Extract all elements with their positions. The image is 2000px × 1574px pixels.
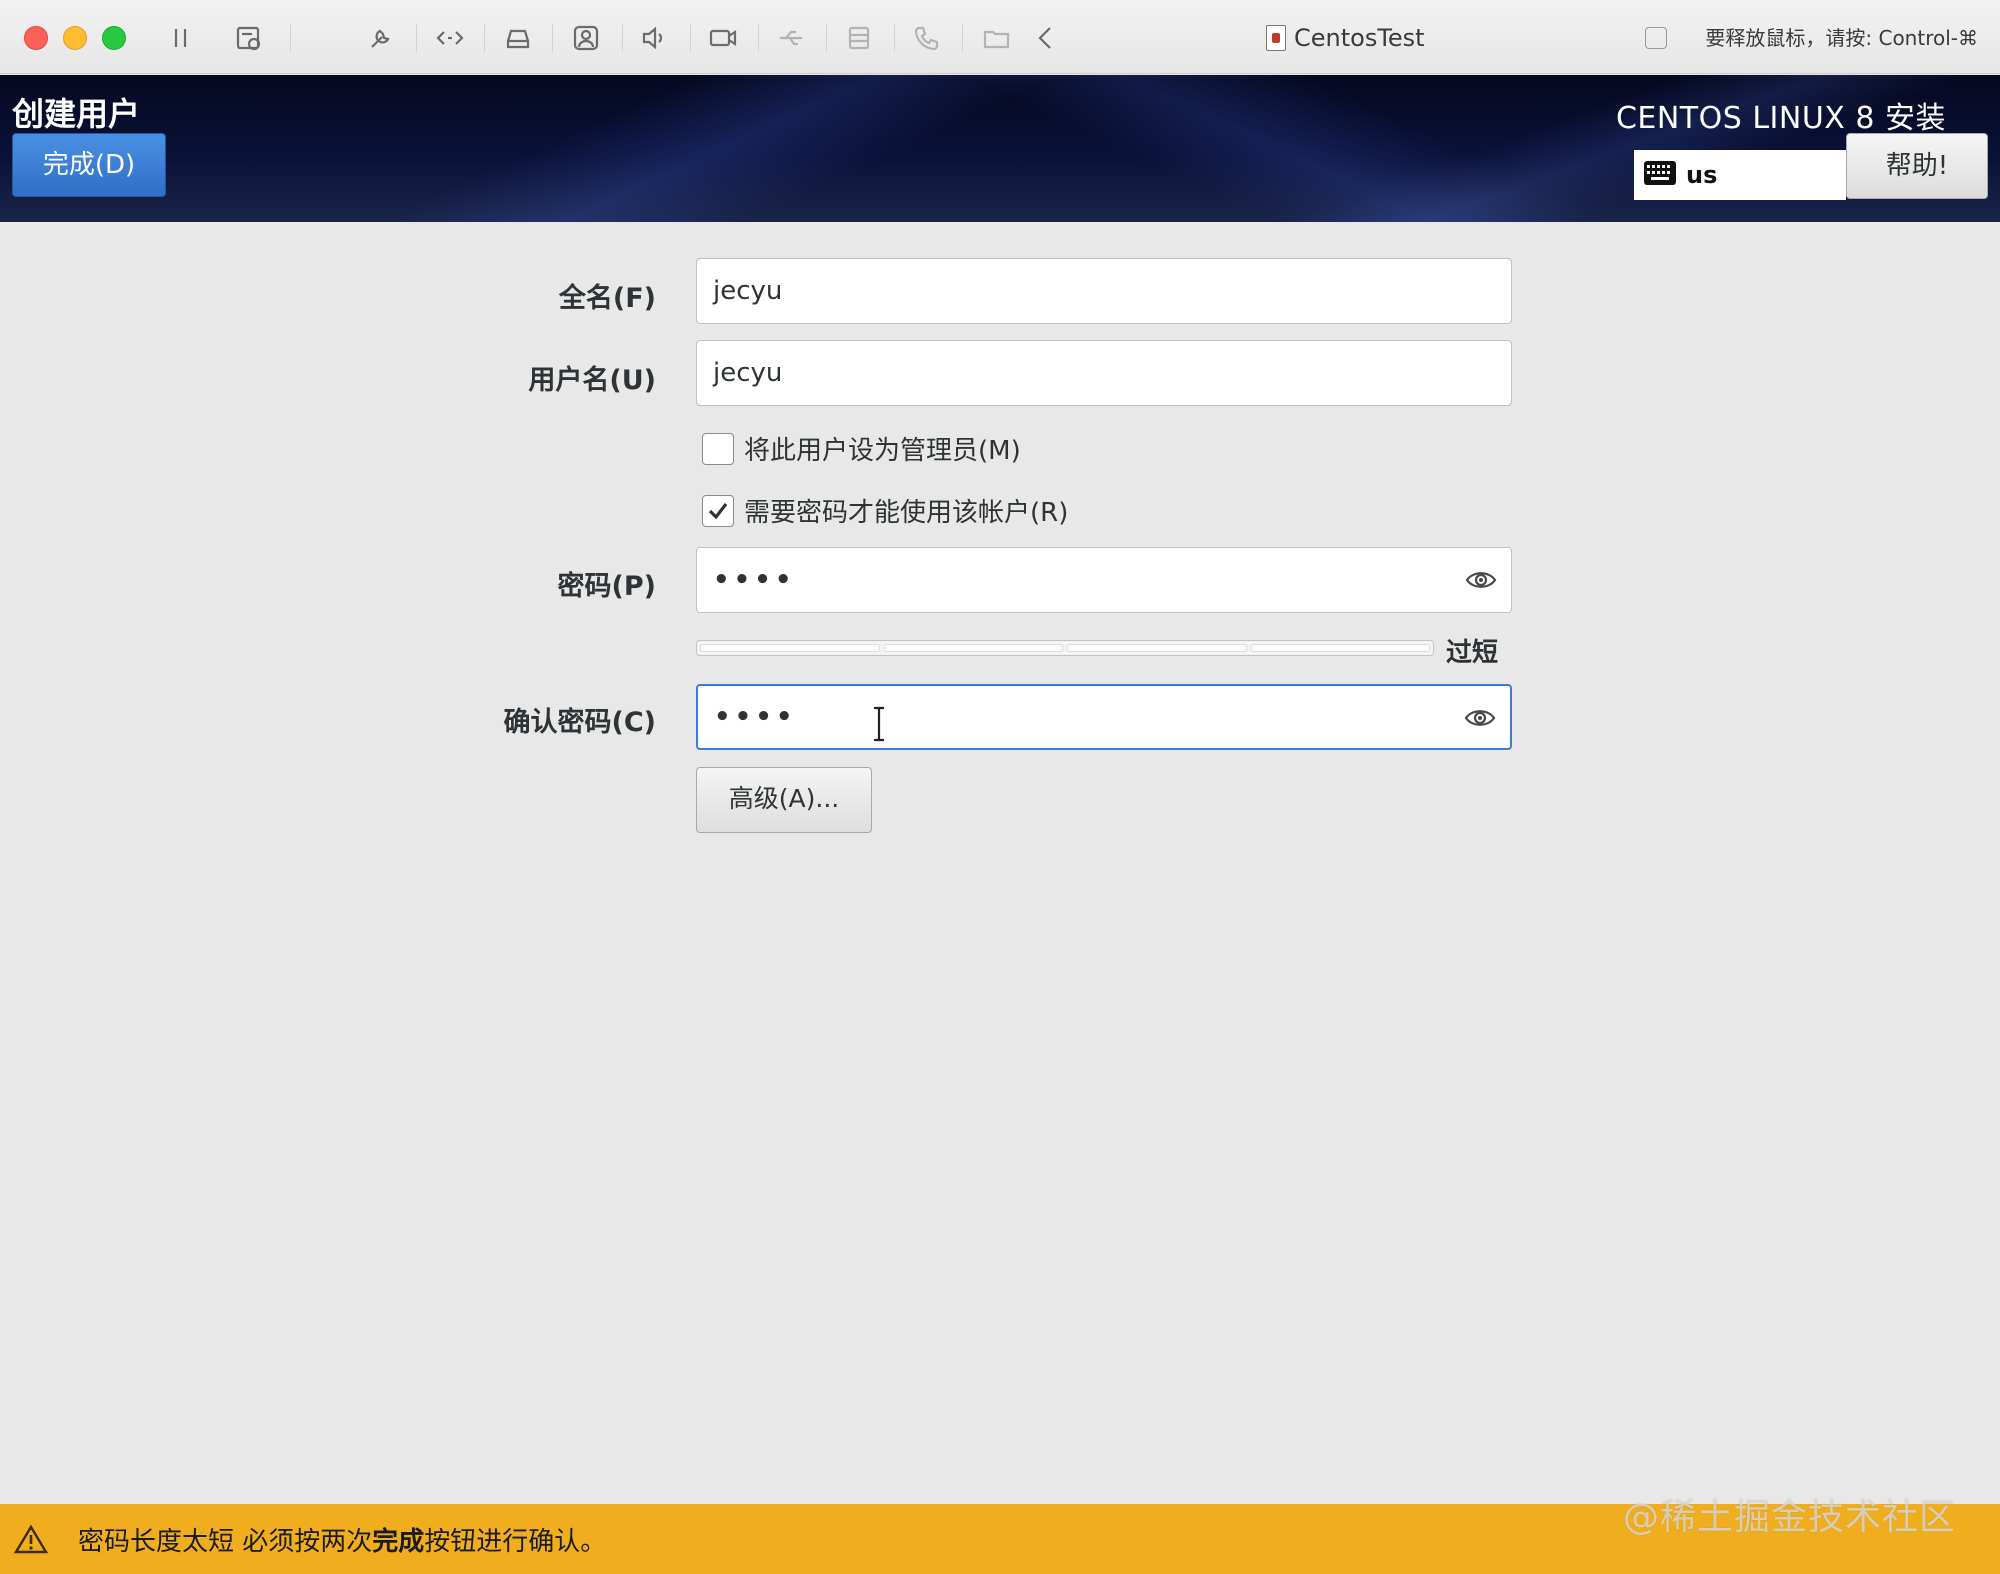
show-confirm-password-eye-icon[interactable] bbox=[1464, 704, 1496, 732]
checkmark-icon bbox=[708, 502, 728, 519]
keyboard-layout-indicator[interactable]: us bbox=[1634, 150, 1846, 200]
warning-text-bold: 完成 bbox=[372, 1526, 425, 1557]
require-password-checkbox-row[interactable]: 需要密码才能使用该帐户(R) bbox=[702, 492, 1068, 529]
strength-segment bbox=[700, 644, 880, 652]
require-password-label: 需要密码才能使用该帐户(R) bbox=[744, 498, 1069, 528]
camera-icon[interactable] bbox=[705, 20, 741, 56]
warning-text-part: 密码长度太短 必须按两次 bbox=[78, 1526, 373, 1557]
close-window-button[interactable] bbox=[24, 26, 48, 50]
phone-icon[interactable] bbox=[909, 20, 945, 56]
code-icon[interactable] bbox=[432, 20, 468, 56]
warning-text-part: 按钮进行确认。 bbox=[424, 1526, 607, 1557]
zoom-window-button[interactable] bbox=[102, 26, 126, 50]
list-icon[interactable] bbox=[841, 20, 877, 56]
admin-checkbox-label: 将此用户设为管理员(M) bbox=[744, 436, 1021, 466]
username-input[interactable]: jecyu bbox=[696, 340, 1512, 406]
strength-segment bbox=[883, 644, 1063, 652]
advanced-button[interactable]: 高级(A)... bbox=[696, 767, 872, 833]
snapshot-icon[interactable] bbox=[231, 20, 267, 56]
password-input[interactable]: •••• bbox=[696, 547, 1512, 613]
confirm-password-value: •••• bbox=[714, 702, 797, 732]
keyboard-layout-label: us bbox=[1686, 161, 1718, 189]
confirm-password-input[interactable]: •••• bbox=[696, 684, 1512, 750]
window-copy-icon[interactable] bbox=[1645, 27, 1668, 49]
document-icon bbox=[1266, 25, 1286, 51]
back-icon[interactable] bbox=[1028, 20, 1064, 56]
minimize-window-button[interactable] bbox=[63, 26, 87, 50]
help-button[interactable]: 帮助! bbox=[1846, 133, 1988, 199]
username-value: jecyu bbox=[713, 358, 783, 388]
sound-icon[interactable] bbox=[636, 20, 672, 56]
fullname-input[interactable]: jecyu bbox=[696, 258, 1512, 324]
shared-folder-icon[interactable] bbox=[979, 20, 1015, 56]
pause-icon[interactable] bbox=[163, 20, 199, 56]
usb-icon[interactable] bbox=[773, 20, 809, 56]
text-cursor-icon bbox=[874, 706, 884, 742]
window-titlebar: CentosTest 要释放鼠标，请按: Control-⌘ bbox=[0, 0, 2000, 74]
window-title: CentosTest bbox=[1266, 22, 1425, 54]
fullname-value: jecyu bbox=[713, 276, 783, 306]
watermark: @稀土掘金技术社区 bbox=[1622, 1497, 1956, 1538]
product-title: CENTOS LINUX 8 安装 bbox=[1615, 101, 1946, 136]
strength-segment bbox=[1067, 644, 1247, 652]
release-mouse-hint: 要释放鼠标，请按: Control-⌘ bbox=[1645, 22, 1978, 54]
user-icon[interactable] bbox=[568, 20, 604, 56]
admin-checkbox-row[interactable]: 将此用户设为管理员(M) bbox=[702, 430, 1021, 467]
password-label: 密码(P) bbox=[557, 571, 656, 602]
window-title-text: CentosTest bbox=[1294, 24, 1425, 52]
username-label: 用户名(U) bbox=[528, 365, 656, 396]
password-value: •••• bbox=[713, 565, 796, 595]
installer-header: 创建用户 完成(D) CENTOS LINUX 8 安装 us 帮助! bbox=[0, 75, 2000, 222]
show-password-eye-icon[interactable] bbox=[1465, 566, 1497, 594]
keyboard-icon bbox=[1644, 161, 1676, 189]
warning-text: 密码长度太短 必须按两次完成按钮进行确认。 bbox=[78, 1521, 606, 1558]
page-title: 创建用户 bbox=[12, 95, 141, 133]
confirm-password-label: 确认密码(C) bbox=[503, 707, 657, 738]
settings-wrench-icon[interactable] bbox=[363, 20, 399, 56]
fullname-label: 全名(F) bbox=[558, 283, 656, 314]
done-button[interactable]: 完成(D) bbox=[12, 133, 166, 197]
require-password-checkbox[interactable] bbox=[702, 494, 734, 527]
admin-checkbox[interactable] bbox=[702, 432, 734, 465]
password-strength-label: 过短 bbox=[1446, 638, 1499, 668]
warning-icon bbox=[14, 1524, 48, 1554]
strength-segment bbox=[1250, 644, 1430, 652]
disk-icon[interactable] bbox=[500, 20, 536, 56]
password-strength-bar bbox=[696, 640, 1434, 656]
release-hint-text: 要释放鼠标，请按: Control-⌘ bbox=[1705, 26, 1978, 50]
